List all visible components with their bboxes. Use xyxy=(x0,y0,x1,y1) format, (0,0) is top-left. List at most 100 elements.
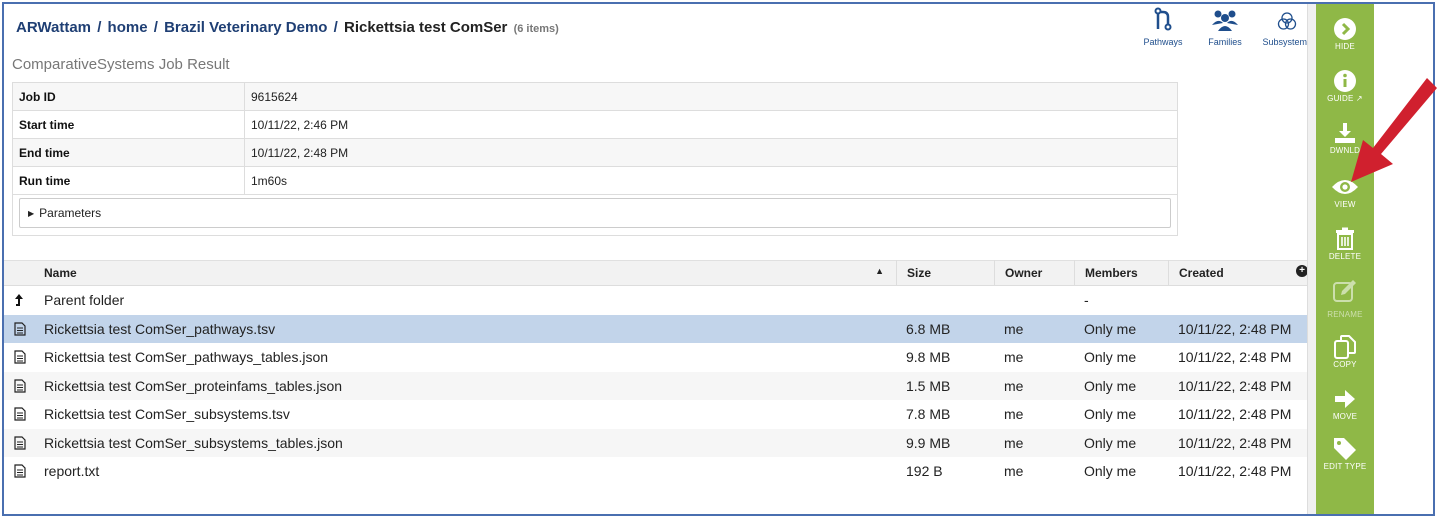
file-name: report.txt xyxy=(44,463,100,480)
file-members: Only me xyxy=(1084,349,1137,366)
delete-label: DELETE xyxy=(1328,252,1362,261)
scrollbar[interactable] xyxy=(1307,4,1316,514)
info-icon xyxy=(1316,68,1374,94)
run-time-key: Run time xyxy=(12,166,245,195)
file-created: 10/11/22, 2:48 PM xyxy=(1178,349,1292,366)
action-toolbar: HIDE GUIDE ↗ DWNLD VIEW DELETE RENAME CO… xyxy=(1316,4,1374,514)
grid-header: Name ▲ Size Owner Members Created + xyxy=(4,260,1310,286)
breadcrumb-item-folder[interactable]: Brazil Veterinary Demo xyxy=(164,19,327,36)
move-button[interactable]: MOVE xyxy=(1316,386,1374,421)
families-label: Families xyxy=(1208,37,1242,47)
end-time-value: 10/11/22, 2:48 PM xyxy=(244,138,1178,167)
chevron-right-circle-icon xyxy=(1316,16,1374,42)
file-members: Only me xyxy=(1084,377,1137,394)
view-label: VIEW xyxy=(1334,200,1356,209)
file-owner: me xyxy=(1004,463,1024,480)
file-members: Only me xyxy=(1084,463,1137,480)
job-result-title: ComparativeSystems Job Result xyxy=(12,56,230,73)
file-owner: me xyxy=(1004,406,1024,423)
hide-label: HIDE xyxy=(1335,42,1355,51)
parent-members: - xyxy=(1084,292,1089,309)
breadcrumb-item-home[interactable]: home xyxy=(108,19,148,36)
file-owner: me xyxy=(1004,377,1024,394)
file-name: Rickettsia test ComSer_pathways.tsv xyxy=(44,320,276,337)
file-size: 7.8 MB xyxy=(906,406,951,423)
file-size: 192 B xyxy=(906,463,943,480)
parameters-row: ▶ Parameters xyxy=(12,194,1178,236)
run-time-row: Run time 1m60s xyxy=(12,166,1178,195)
file-members: Only me xyxy=(1084,320,1137,337)
guide-button[interactable]: GUIDE ↗ xyxy=(1316,68,1374,103)
header-members[interactable]: Members xyxy=(1074,260,1168,286)
file-grid: Name ▲ Size Owner Members Created + Pare… xyxy=(4,260,1310,486)
job-id-value: 9615624 xyxy=(244,82,1178,111)
eye-icon xyxy=(1316,174,1374,200)
file-members: Only me xyxy=(1084,406,1137,423)
guide-label: GUIDE ↗ xyxy=(1327,94,1363,103)
document-icon xyxy=(4,379,44,393)
file-name: Rickettsia test ComSer_proteinfams_table… xyxy=(44,377,343,394)
file-name: Rickettsia test ComSer_subsystems.tsv xyxy=(44,406,290,423)
file-row[interactable]: Rickettsia test ComSer_pathways.tsv 6.8 … xyxy=(4,314,1310,343)
download-icon xyxy=(1316,120,1374,146)
start-time-value: 10/11/22, 2:46 PM xyxy=(244,110,1178,139)
file-row[interactable]: Rickettsia test ComSer_pathways_tables.j… xyxy=(4,343,1310,372)
parent-folder-label: Parent folder xyxy=(44,292,125,309)
copy-icon xyxy=(1316,334,1374,360)
end-time-row: End time 10/11/22, 2:48 PM xyxy=(12,138,1178,167)
download-button[interactable]: DWNLD xyxy=(1316,120,1374,155)
delete-button[interactable]: DELETE xyxy=(1316,226,1374,261)
copy-button[interactable]: COPY xyxy=(1316,334,1374,369)
families-icon xyxy=(1194,7,1256,31)
breadcrumb-item-user[interactable]: ARWattam xyxy=(16,19,91,36)
parameters-toggle[interactable]: ▶ Parameters xyxy=(19,198,1171,228)
edit-type-button[interactable]: EDIT TYPE xyxy=(1316,436,1374,471)
parameters-label: Parameters xyxy=(39,206,102,220)
file-members: Only me xyxy=(1084,434,1137,451)
download-label: DWNLD xyxy=(1329,146,1361,155)
hide-button[interactable]: HIDE xyxy=(1316,16,1374,51)
copy-label: COPY xyxy=(1333,360,1357,369)
sort-ascending-icon: ▲ xyxy=(875,266,884,276)
pathways-label: Pathways xyxy=(1143,37,1183,47)
header-name[interactable]: Name ▲ xyxy=(44,266,896,280)
header-owner[interactable]: Owner xyxy=(994,260,1074,286)
arrow-right-icon xyxy=(1316,386,1374,412)
file-size: 9.8 MB xyxy=(906,349,951,366)
file-owner: me xyxy=(1004,349,1024,366)
file-created: 10/11/22, 2:48 PM xyxy=(1178,320,1292,337)
file-owner: me xyxy=(1004,434,1024,451)
pathways-icon xyxy=(1132,7,1194,31)
breadcrumb-separator: / xyxy=(333,19,338,36)
families-button[interactable]: Families xyxy=(1194,7,1256,47)
document-icon xyxy=(4,436,44,450)
document-icon xyxy=(4,322,44,336)
header-size[interactable]: Size xyxy=(896,260,994,286)
start-time-key: Start time xyxy=(12,110,245,139)
breadcrumb-current: Rickettsia test ComSer xyxy=(343,19,508,36)
rename-button[interactable]: RENAME xyxy=(1316,278,1374,319)
file-row[interactable]: report.txt 192 B me Only me 10/11/22, 2:… xyxy=(4,457,1310,486)
file-row[interactable]: Rickettsia test ComSer_proteinfams_table… xyxy=(4,371,1310,400)
parent-folder-row[interactable]: Parent folder - xyxy=(4,286,1310,315)
header-created[interactable]: Created xyxy=(1168,260,1310,286)
file-created: 10/11/22, 2:48 PM xyxy=(1178,434,1292,451)
view-button[interactable]: VIEW xyxy=(1316,174,1374,209)
start-time-row: Start time 10/11/22, 2:46 PM xyxy=(12,110,1178,139)
breadcrumb: ARWattam / home / Brazil Veterinary Demo… xyxy=(16,19,559,36)
pathways-button[interactable]: Pathways xyxy=(1132,7,1194,47)
workspace-frame: ARWattam / home / Brazil Veterinary Demo… xyxy=(2,2,1435,516)
job-id-key: Job ID xyxy=(12,82,245,111)
guide-text: GUIDE xyxy=(1327,94,1354,103)
file-name: Rickettsia test ComSer_subsystems_tables… xyxy=(44,434,343,451)
file-size: 1.5 MB xyxy=(906,377,951,394)
file-size: 6.8 MB xyxy=(906,320,951,337)
file-row[interactable]: Rickettsia test ComSer_subsystems_tables… xyxy=(4,428,1310,457)
breadcrumb-separator: / xyxy=(97,19,102,36)
edit-icon xyxy=(1316,278,1374,304)
file-row[interactable]: Rickettsia test ComSer_subsystems.tsv 7.… xyxy=(4,400,1310,429)
document-icon xyxy=(4,407,44,421)
run-time-value: 1m60s xyxy=(244,166,1178,195)
job-id-row: Job ID 9615624 xyxy=(12,82,1178,111)
file-size: 9.9 MB xyxy=(906,434,951,451)
